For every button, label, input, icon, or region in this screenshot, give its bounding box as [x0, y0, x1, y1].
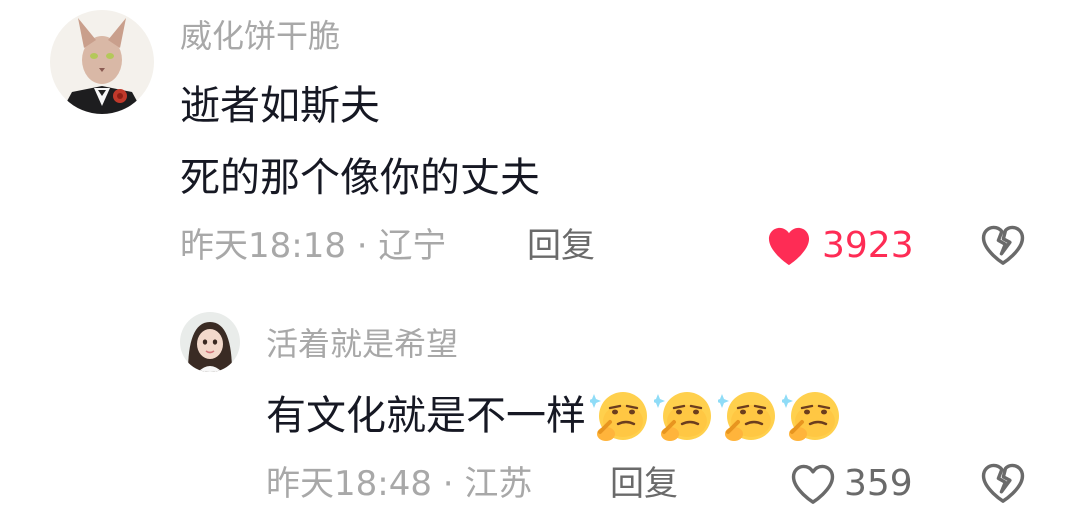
reply-item: 活着就是希望 有文化就是不一样 昨天18:48 · 江苏 回复 359 — [0, 290, 1084, 531]
thinking-face-emoji — [590, 392, 647, 441]
broken-heart-icon — [981, 225, 1025, 265]
comment-username[interactable]: 威化饼干脆 — [180, 16, 340, 56]
thinking-face-emoji — [782, 392, 839, 441]
reply-username[interactable]: 活着就是希望 — [266, 324, 458, 364]
reply-button[interactable]: 回复 — [527, 224, 595, 268]
comment-timestamp-location: 昨天18:18 · 辽宁 — [180, 226, 447, 266]
avatar[interactable] — [180, 312, 240, 372]
like-count: 3923 — [822, 225, 914, 266]
reply-text-row: 有文化就是不一样 — [266, 386, 842, 446]
reply-text: 有文化就是不一样 — [266, 393, 586, 439]
heart-outline-icon — [791, 464, 835, 504]
emoji-group — [590, 388, 842, 444]
avatar[interactable] — [50, 10, 154, 114]
thinking-face-emoji — [718, 392, 775, 441]
thinking-face-emoji — [654, 392, 711, 441]
comment-text-line-1: 逝者如斯夫 — [180, 83, 380, 129]
heart-filled-icon — [768, 227, 810, 266]
reply-button[interactable]: 回复 — [610, 462, 678, 506]
dislike-button[interactable] — [980, 224, 1026, 270]
like-button[interactable]: 3923 — [766, 222, 914, 270]
like-button[interactable]: 359 — [790, 460, 913, 508]
comment-item: 威化饼干脆 逝者如斯夫 死的那个像你的丈夫 昨天18:18 · 辽宁 回复 39… — [0, 0, 1084, 290]
reply-timestamp-location: 昨天18:48 · 江苏 — [266, 464, 533, 504]
like-count: 359 — [844, 463, 913, 504]
dislike-button[interactable] — [980, 462, 1026, 508]
broken-heart-icon — [981, 463, 1025, 503]
comment-text-line-2: 死的那个像你的丈夫 — [180, 155, 540, 201]
